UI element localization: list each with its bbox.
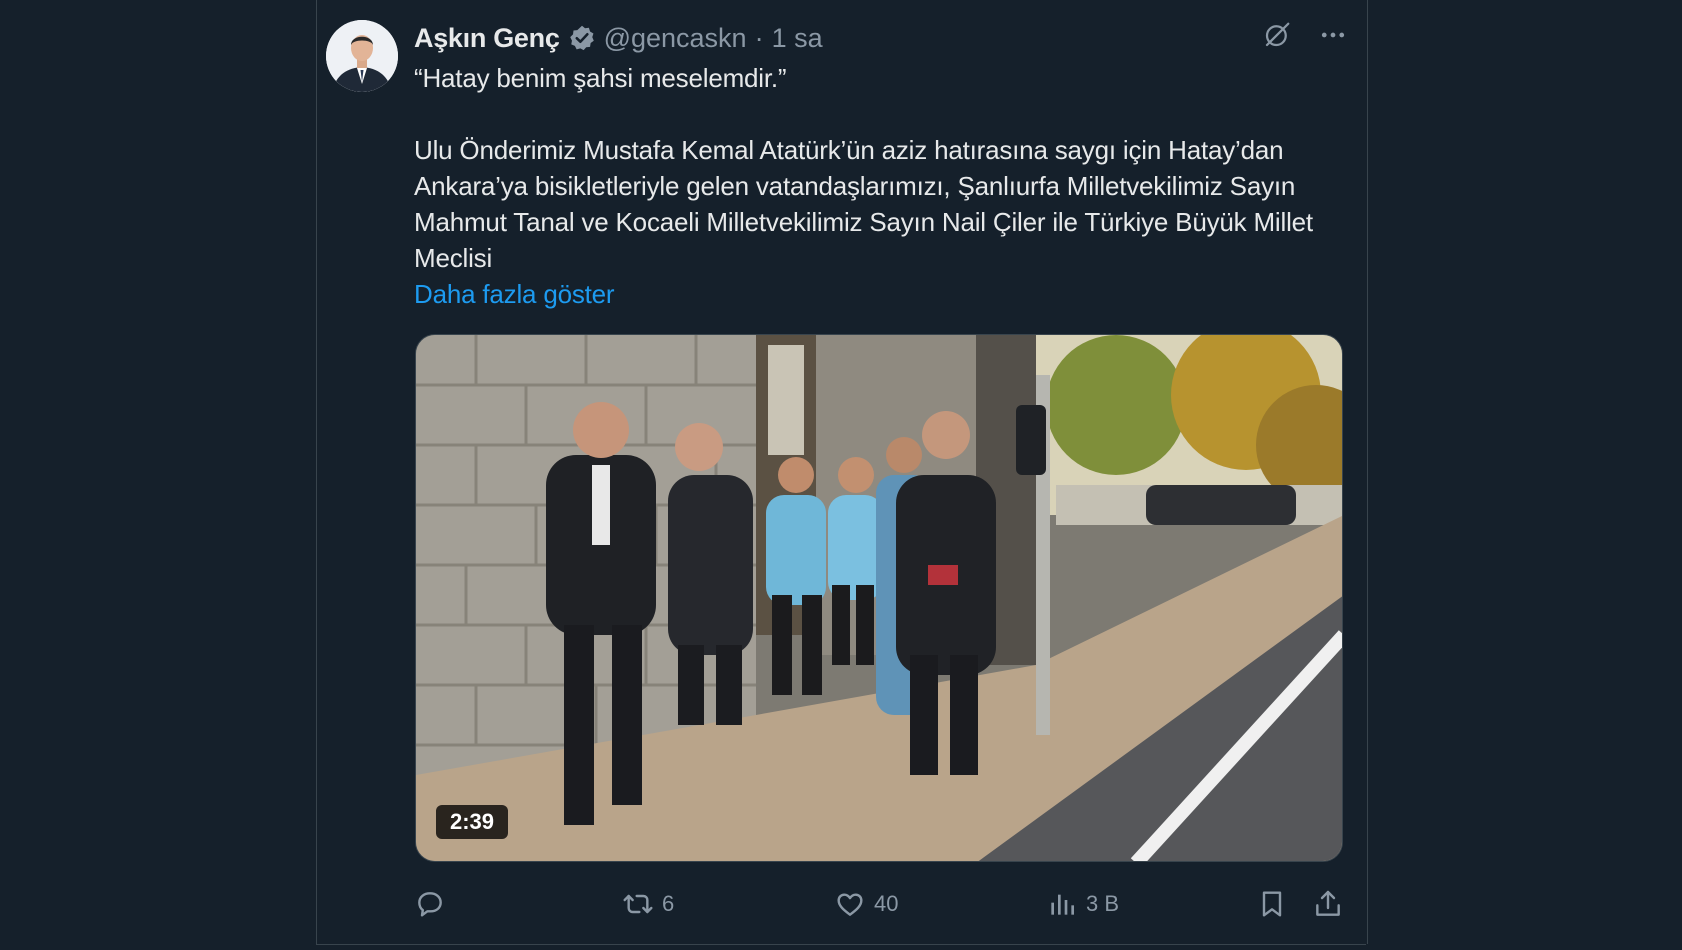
- show-more-link[interactable]: Daha fazla göster: [414, 279, 615, 309]
- bookmark-button[interactable]: [1256, 884, 1288, 924]
- retweet-icon: [622, 888, 654, 920]
- timestamp[interactable]: 1 sa: [772, 23, 823, 54]
- avatar[interactable]: [326, 20, 398, 92]
- share-icon: [1312, 888, 1344, 920]
- author-name[interactable]: Aşkın Genç: [414, 23, 560, 54]
- grok-icon[interactable]: [1262, 20, 1292, 55]
- share-button[interactable]: [1312, 884, 1344, 924]
- views-icon: [1046, 888, 1078, 920]
- bookmark-icon: [1256, 888, 1288, 920]
- like-button[interactable]: 40: [834, 884, 898, 924]
- like-count: 40: [874, 891, 899, 916]
- views-count: 3 B: [1086, 891, 1120, 916]
- page: Aşkın Genç @gencaskn · 1 sa “Hatay benim…: [0, 0, 1682, 950]
- header-actions: [1262, 20, 1348, 55]
- views-button[interactable]: 3 B: [1046, 884, 1119, 924]
- separator-dot: ·: [754, 22, 764, 53]
- video-player[interactable]: 2:39: [415, 334, 1343, 862]
- tweet-header: Aşkın Genç @gencaskn · 1 sa: [414, 20, 823, 56]
- more-icon[interactable]: [1318, 20, 1348, 55]
- tweet-quote: “Hatay benim şahsi meselemdir.”: [414, 63, 787, 93]
- divider: [316, 944, 1366, 945]
- heart-icon: [834, 888, 866, 920]
- reply-button[interactable]: [414, 884, 454, 924]
- retweet-count: 6: [662, 891, 675, 916]
- author-handle[interactable]: @gencaskn: [604, 23, 747, 54]
- tweet-text: “Hatay benim şahsi meselemdir.” Ulu Önde…: [414, 60, 1314, 312]
- tweet-body: Ulu Önderimiz Mustafa Kemal Atatürk’ün a…: [414, 135, 1313, 273]
- video-duration: 2:39: [436, 805, 509, 839]
- reply-icon: [414, 888, 446, 920]
- tweet-actions: 6 40 3 B: [414, 884, 1344, 924]
- retweet-button[interactable]: 6: [622, 884, 674, 924]
- verified-badge-icon: [568, 24, 596, 52]
